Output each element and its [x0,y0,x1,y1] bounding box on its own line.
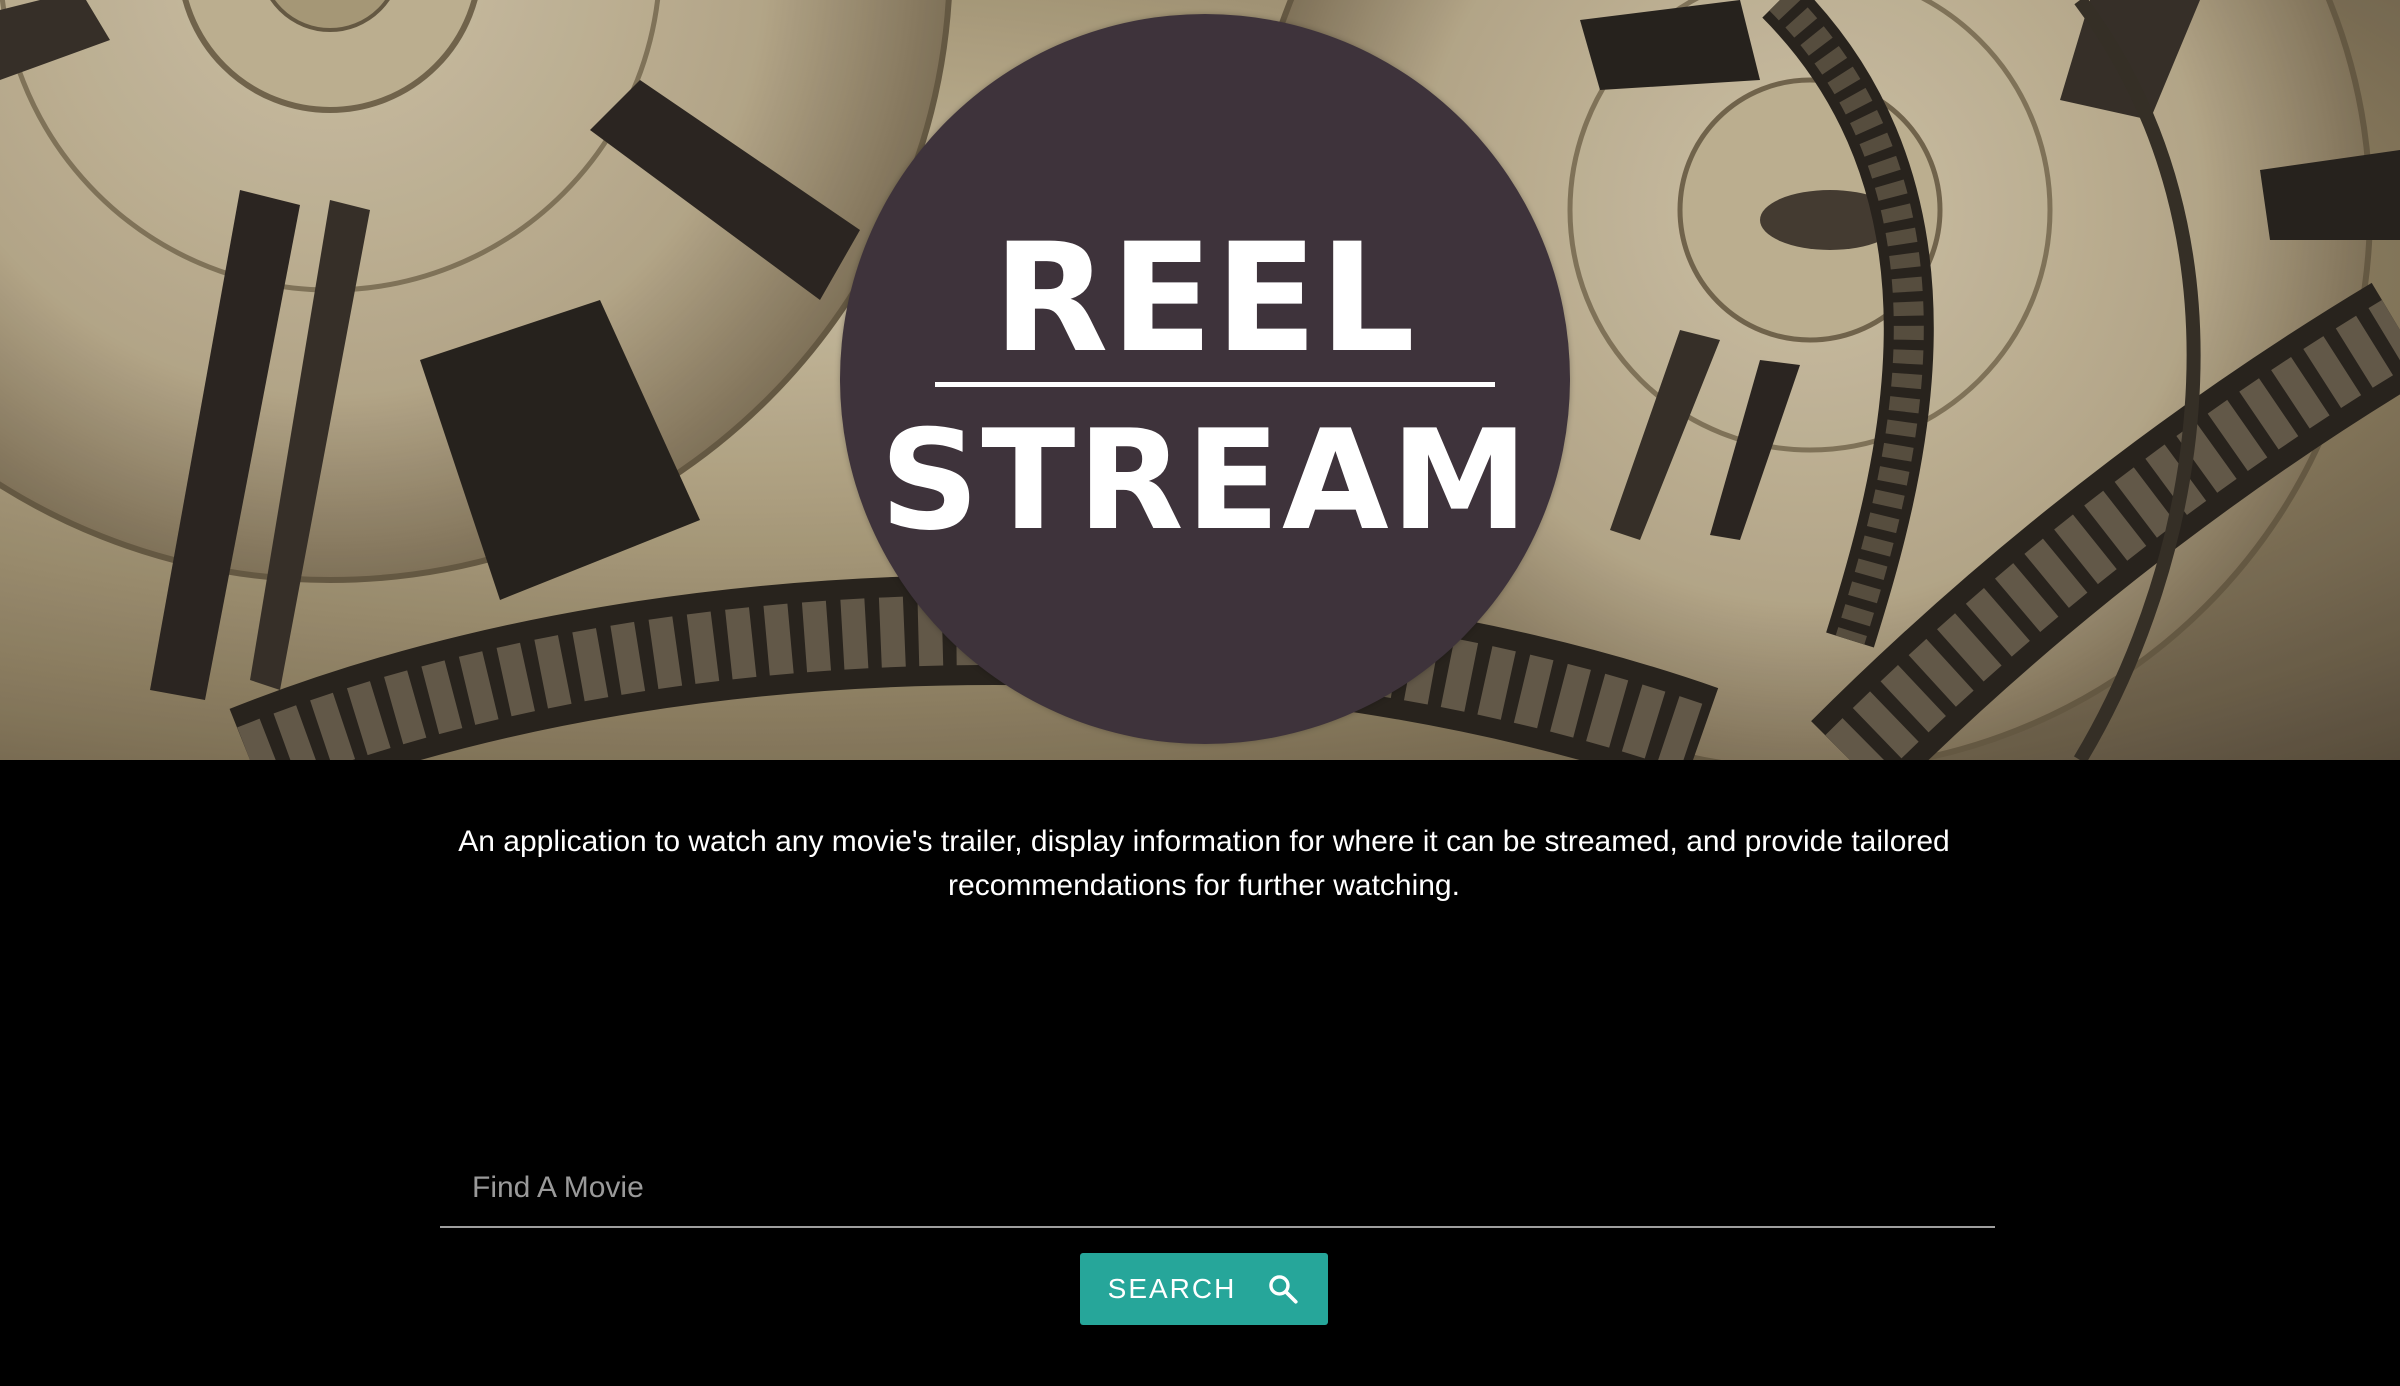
logo-word-reel: REEL [992,212,1417,386]
search-icon [1266,1272,1300,1306]
reel-stream-logo: REEL STREAM [840,14,1570,744]
search-button-label: SEARCH [1107,1273,1237,1304]
search-field [440,1150,1995,1228]
logo-divider [935,382,1495,387]
search-button[interactable]: SEARCH [1080,1253,1328,1325]
logo-word-stream: STREAM [879,400,1531,561]
app-description: An application to watch any movie's trai… [458,825,1950,902]
hero-banner: REEL STREAM [0,0,2400,760]
movie-search-input[interactable] [440,1150,1995,1226]
